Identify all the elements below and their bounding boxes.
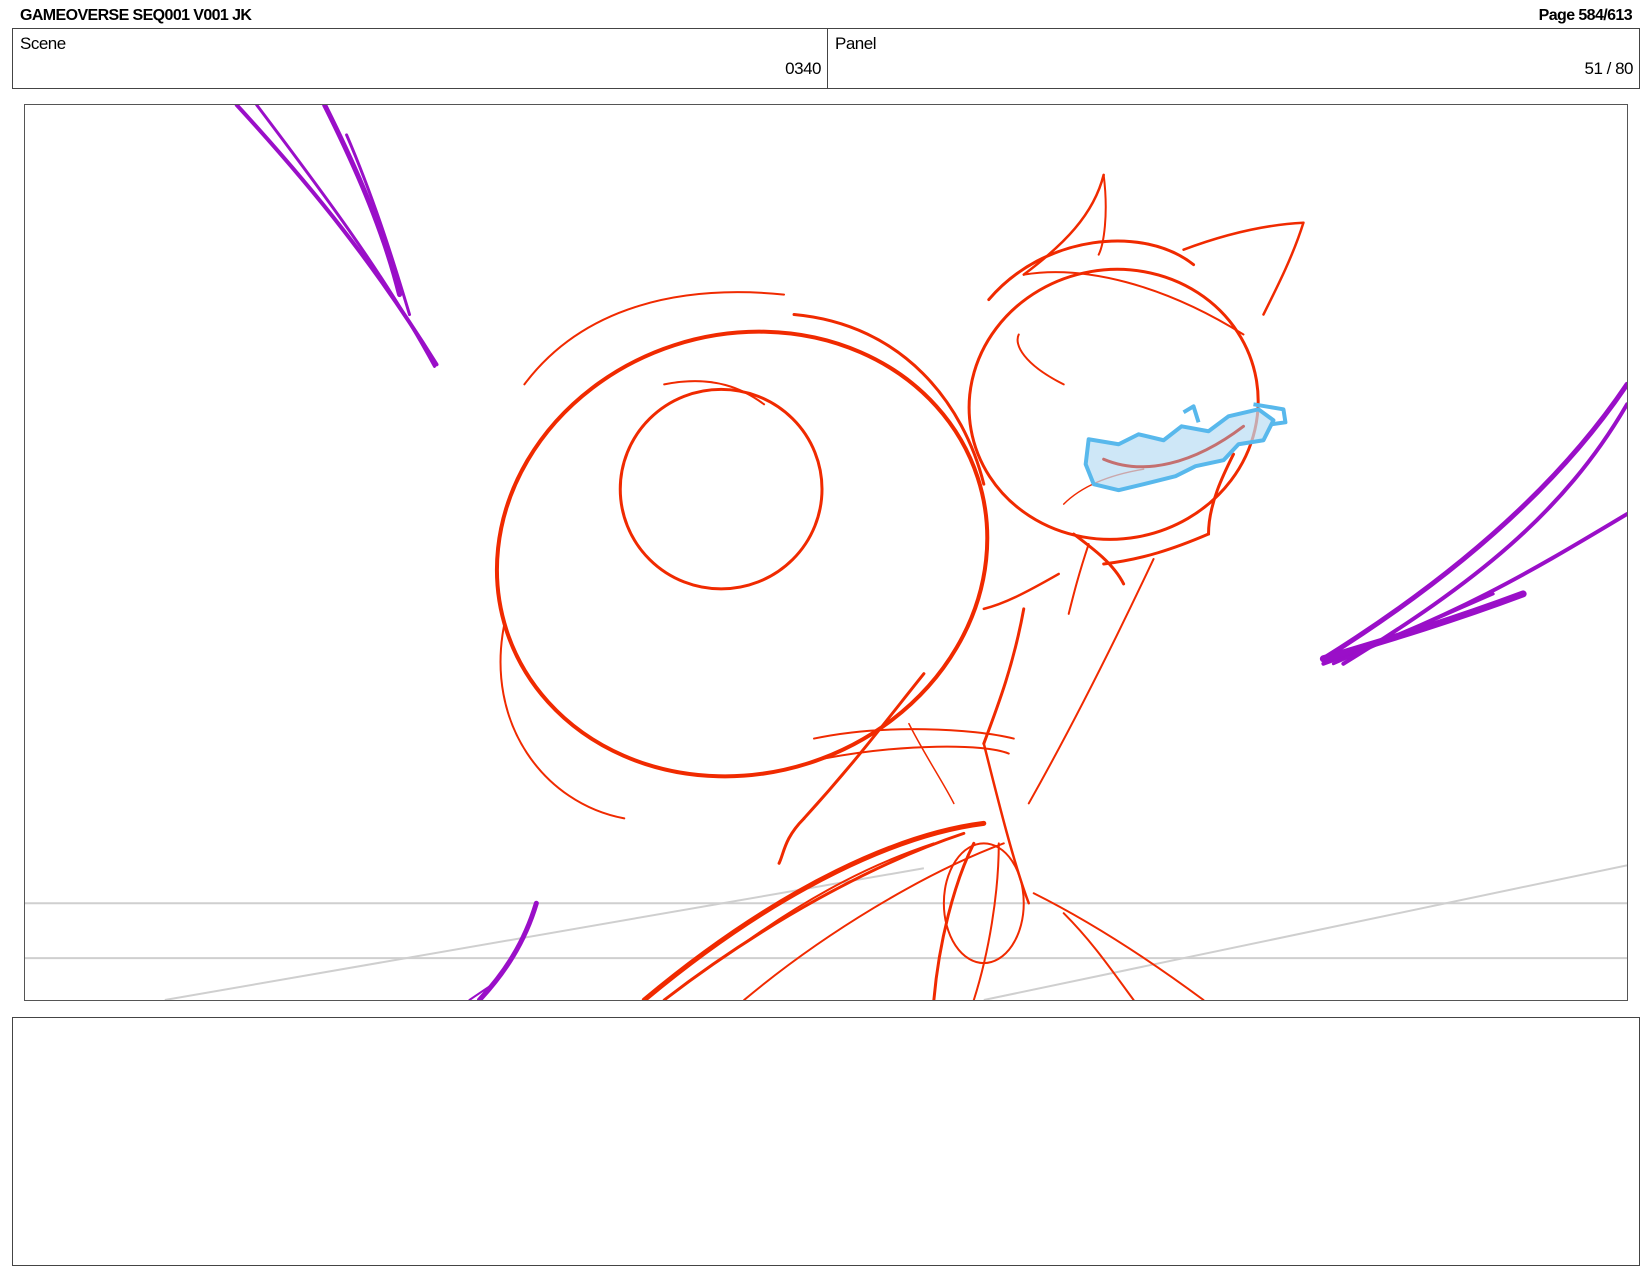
scene-label: Scene	[20, 34, 66, 53]
blue-highlight	[1083, 402, 1288, 493]
storyboard-panel-frame	[24, 104, 1628, 1001]
panel-box: Panel 51 / 80	[827, 28, 1640, 89]
document-title: GAMEOVERSE SEQ001 V001 JK	[20, 7, 252, 24]
character-sketch	[494, 173, 1305, 1000]
scene-number: 0340	[785, 59, 821, 78]
scene-box: Scene 0340	[12, 28, 828, 89]
notes-box	[12, 1017, 1640, 1266]
panel-label: Panel	[835, 34, 876, 53]
page-number: Page 584/613	[1538, 7, 1633, 24]
sketch-drawing	[25, 105, 1627, 1000]
perspective-guides	[25, 864, 1627, 1000]
panel-number: 51 / 80	[1584, 59, 1634, 78]
purple-speed-lines	[234, 105, 1627, 1000]
